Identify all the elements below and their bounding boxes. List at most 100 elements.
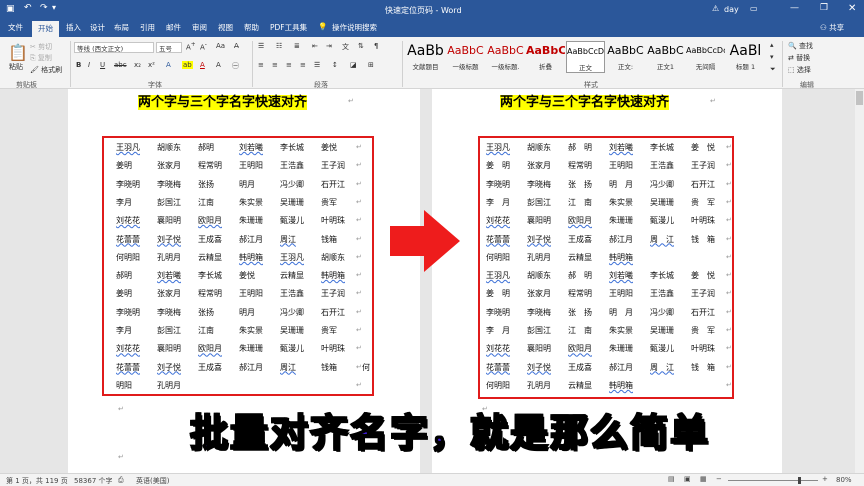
tab-layout[interactable]: 布局 — [114, 22, 129, 33]
warning-icon[interactable]: ⚠ — [712, 4, 719, 13]
word-count[interactable]: 58367 个字 — [74, 476, 113, 486]
zoom-out-icon[interactable]: − — [716, 475, 722, 483]
vertical-scrollbar[interactable] — [855, 89, 864, 473]
tab-insert[interactable]: 插入 — [66, 22, 81, 33]
name-cell: 程常明 — [568, 289, 592, 299]
shading-icon[interactable]: ◪ — [350, 61, 357, 69]
tell-me-search[interactable]: 操作说明搜索 — [332, 22, 377, 33]
tab-pdf-tools[interactable]: PDF工具集 — [270, 22, 307, 33]
shrink-font-icon[interactable]: A- — [200, 42, 207, 51]
tab-help[interactable]: 帮助 — [244, 22, 259, 33]
chinese-layout-icon[interactable]: 文 — [342, 42, 349, 52]
bullets-icon[interactable]: ☰ — [258, 42, 264, 50]
style-item[interactable]: AaBbC 一级标题. — [486, 41, 525, 73]
font-size-select[interactable]: 五号 — [156, 42, 182, 53]
tab-file[interactable]: 文件 — [8, 22, 23, 33]
name-cell: 云精显 — [198, 252, 222, 262]
multilevel-list-icon[interactable]: ≣ — [294, 42, 300, 50]
bold-button[interactable]: B — [76, 61, 81, 69]
align-left-icon[interactable]: ≡ — [258, 61, 264, 69]
sort-icon[interactable]: ⇅ — [358, 42, 364, 50]
style-item[interactable]: AaBbC 正文: — [606, 41, 645, 73]
scroll-thumb[interactable] — [856, 91, 863, 105]
name-cell: 郝 明 — [568, 143, 592, 152]
font-color-icon[interactable]: A — [200, 61, 205, 69]
share-button[interactable]: ⚇ 共享 — [820, 22, 844, 33]
style-item[interactable]: AaBbC 折叠 — [526, 41, 565, 73]
zoom-in-icon[interactable]: + — [822, 475, 828, 483]
select-button[interactable]: ⬚ 选择 — [788, 65, 811, 75]
language[interactable]: 英语(美国) — [136, 476, 169, 486]
distributed-icon[interactable]: ☰ — [314, 61, 320, 69]
proofing-icon[interactable]: ⎙ — [118, 476, 124, 485]
cut-button[interactable]: ✂ 剪切 — [30, 42, 52, 52]
style-name: 文献题目 — [412, 63, 439, 71]
gallery-down-icon[interactable]: ▾ — [770, 53, 774, 61]
read-mode-icon[interactable]: ▤ — [668, 475, 675, 483]
tab-references[interactable]: 引用 — [140, 22, 155, 33]
save-icon[interactable]: ▣ — [6, 4, 15, 14]
name-cell: 甄漫儿 — [650, 344, 674, 354]
style-item[interactable]: AaBbC 正文1 — [646, 41, 685, 73]
align-center-icon[interactable]: ≡ — [272, 61, 278, 69]
highlight-color-icon[interactable]: ab — [182, 61, 193, 69]
subscript-button[interactable]: x₂ — [134, 61, 141, 69]
name-cell: 胡顺东 — [527, 271, 551, 281]
style-item[interactable]: AaBbC 一级标题 — [446, 41, 485, 73]
undo-icon[interactable]: ↶ — [24, 3, 32, 13]
enclose-char-icon[interactable]: ㊀ — [232, 61, 239, 71]
font-name-select[interactable]: 等线 (西文正文) — [74, 42, 154, 53]
grow-font-icon[interactable]: A+ — [186, 42, 196, 51]
borders-icon[interactable]: ⊞ — [368, 61, 374, 69]
style-item[interactable]: AaBb 文献题目 — [406, 41, 445, 73]
tab-home[interactable]: 开始 — [32, 21, 59, 37]
decrease-indent-icon[interactable]: ⇤ — [312, 42, 318, 50]
strikethrough-button[interactable]: abc — [114, 61, 127, 69]
maximize-icon[interactable]: ❐ — [820, 3, 828, 13]
char-shading-icon[interactable]: A — [216, 61, 221, 69]
name-row: 明阳 孔明月 ↵ — [104, 380, 372, 398]
close-icon[interactable]: ✕ — [848, 3, 856, 14]
minimize-icon[interactable]: — — [790, 3, 799, 13]
align-right-icon[interactable]: ≡ — [286, 61, 292, 69]
tab-view[interactable]: 视图 — [218, 22, 233, 33]
quick-access-menu-icon[interactable]: ▾ — [52, 3, 56, 12]
justify-icon[interactable]: ≡ — [300, 61, 306, 69]
user-name[interactable]: day — [724, 5, 739, 14]
divider — [70, 41, 71, 87]
format-painter-button[interactable]: 🖌 格式刷 — [30, 65, 62, 75]
underline-button[interactable]: U — [100, 61, 105, 69]
copy-button[interactable]: ⎘ 复制 — [30, 53, 52, 63]
paste-button[interactable]: 粘贴 — [9, 62, 23, 72]
zoom-slider[interactable] — [728, 477, 818, 484]
ribbon-display-icon[interactable]: ▭ — [750, 4, 758, 13]
print-layout-icon[interactable]: ▣ — [684, 475, 691, 483]
show-marks-icon[interactable]: ¶ — [374, 42, 378, 50]
web-layout-icon[interactable]: ▦ — [700, 475, 707, 483]
text-effects-icon[interactable]: A — [166, 61, 171, 69]
clear-format-icon[interactable]: A̶ — [234, 42, 239, 50]
gallery-up-icon[interactable]: ▴ — [770, 41, 774, 49]
paste-icon[interactable]: 📋 — [8, 43, 28, 62]
tab-review[interactable]: 审阅 — [192, 22, 207, 33]
italic-button[interactable]: I — [88, 61, 90, 69]
page-count[interactable]: 第 1 页，共 119 页 — [6, 476, 68, 486]
change-case-icon[interactable]: Aa — [216, 42, 225, 50]
style-name: 标题 1 — [735, 63, 756, 71]
tab-mailings[interactable]: 邮件 — [166, 22, 181, 33]
find-button[interactable]: 🔍 查找 — [788, 41, 813, 51]
zoom-level[interactable]: 80% — [836, 476, 852, 484]
superscript-button[interactable]: x² — [148, 61, 155, 69]
style-item[interactable]: AaBl 标题 1 — [726, 41, 765, 73]
increase-indent-icon[interactable]: ⇥ — [326, 42, 332, 50]
gallery-more-icon[interactable]: ⏷ — [770, 65, 776, 74]
line-spacing-icon[interactable]: ↕ — [332, 61, 338, 69]
numbering-icon[interactable]: ☷ — [276, 42, 282, 50]
zoom-slider-thumb[interactable] — [798, 477, 801, 484]
redo-icon[interactable]: ↷ — [40, 3, 48, 13]
replace-button[interactable]: ⇄ 替换 — [788, 53, 810, 63]
style-item[interactable]: AaBbCcDc 正文 — [566, 41, 605, 73]
name-row: 刘花花 襄阳明 欧阳月 朱珊珊 甄漫儿 叶明珠 ↵ — [480, 215, 732, 233]
style-item[interactable]: AaBbCcDc 无间隔 — [686, 41, 725, 73]
tab-design[interactable]: 设计 — [90, 22, 105, 33]
